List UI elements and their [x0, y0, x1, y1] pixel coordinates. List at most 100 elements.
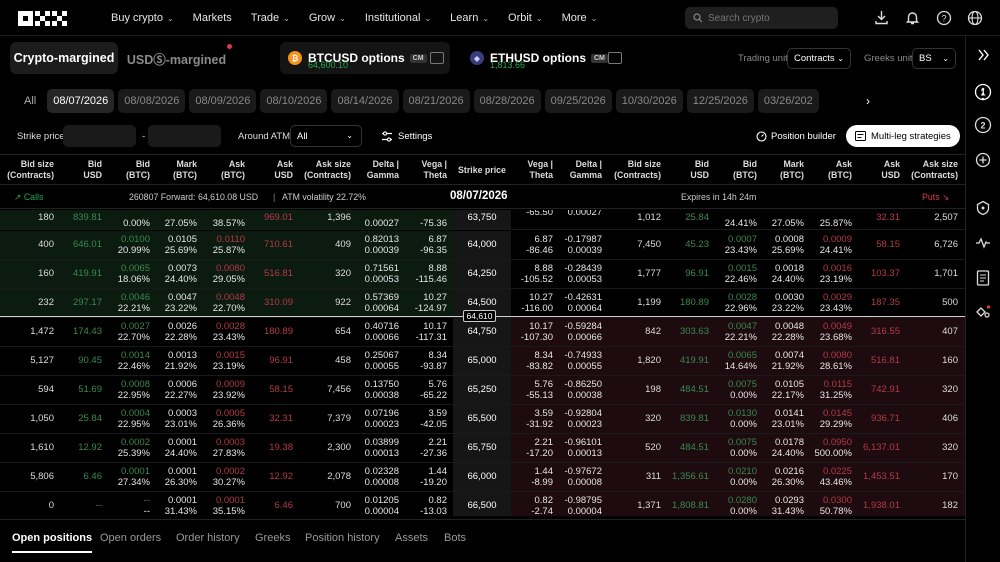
table-cell[interactable]: 0.0300 50.78%	[820, 495, 852, 516]
table-cell[interactable]: 3.59 -31.92	[526, 408, 553, 430]
table-cell[interactable]: -0.98795 0.00004	[564, 495, 602, 516]
table-cell[interactable]: 180.89	[264, 326, 293, 337]
table-cell[interactable]: 2,078	[327, 471, 351, 482]
download-icon[interactable]	[872, 8, 891, 27]
table-cell[interactable]: 0.0006 22.27%	[165, 379, 197, 401]
date-tab[interactable]: 03/26/202	[757, 89, 819, 113]
table-cell[interactable]: 8.88 -105.52	[521, 263, 553, 285]
table-cell[interactable]: 198	[645, 384, 661, 395]
table-cell[interactable]: -0.97672 0.00008	[564, 466, 602, 488]
table-cell[interactable]: 0.0001 27.34%	[118, 466, 150, 488]
table-cell[interactable]: 6.46	[84, 471, 103, 482]
table-cell[interactable]: 0.0048 22.70%	[213, 292, 245, 314]
table-cell[interactable]: 484.51	[680, 442, 709, 453]
table-cell[interactable]: 1,199	[637, 297, 661, 308]
table-cell[interactable]: 742.91	[871, 384, 900, 395]
table-cell[interactable]: 0.0048 22.28%	[772, 321, 804, 343]
search-input[interactable]	[708, 12, 828, 24]
table-cell[interactable]: 1,396	[327, 212, 351, 223]
table-cell[interactable]: 0.0028 23.43%	[213, 321, 245, 343]
table-cell[interactable]: --	[96, 500, 102, 511]
table-cell[interactable]: 0.71561 0.00053	[365, 263, 399, 285]
external-link-icon[interactable]	[608, 52, 622, 64]
table-cell[interactable]: 406	[942, 413, 958, 424]
table-row[interactable]: 1,610 12.92 0.0002 25.39% 0.0001 24.40% 0.0003…	[0, 434, 965, 463]
table-cell[interactable]: 0.0950 500.00%	[814, 437, 852, 459]
table-cell[interactable]: 0.0002 30.27%	[213, 466, 245, 488]
table-cell[interactable]: 5.76 -55.13	[526, 379, 553, 401]
table-cell[interactable]: 38.57%	[213, 210, 245, 229]
table-cell[interactable]: 0.0047 22.21%	[725, 321, 757, 343]
table-cell[interactable]: 96.91	[269, 355, 293, 366]
table-cell[interactable]: 0.0073 24.40%	[165, 263, 197, 285]
table-cell[interactable]: 0.0015 23.19%	[213, 350, 245, 372]
table-cell[interactable]: 0.0141 23.01%	[772, 408, 804, 430]
table-cell[interactable]: 25.84	[685, 212, 709, 223]
table-cell[interactable]: 922	[335, 297, 351, 308]
table-cell[interactable]: 0.00027	[568, 210, 602, 229]
table-cell[interactable]: 1,701	[934, 268, 958, 279]
table-cell[interactable]: 27.05%	[772, 210, 804, 229]
table-cell[interactable]: 0.0016 23.19%	[820, 263, 852, 285]
table-cell[interactable]: -0.86250 0.00038	[564, 379, 602, 401]
table-cell[interactable]: 0.0030 23.22%	[772, 292, 804, 314]
table-cell[interactable]: 1,610	[30, 442, 54, 453]
date-tab[interactable]: 08/08/2026	[118, 89, 186, 113]
date-tab[interactable]: 09/25/2026	[544, 89, 612, 113]
strike-max-input[interactable]	[148, 125, 221, 147]
table-cell[interactable]: 160	[942, 355, 958, 366]
table-cell[interactable]: 320	[335, 268, 351, 279]
table-cell[interactable]: 182	[942, 500, 958, 511]
table-cell[interactable]: 0.0005 26.36%	[213, 408, 245, 430]
date-tab[interactable]: 12/25/2026	[686, 89, 754, 113]
table-cell[interactable]: 936.71	[871, 413, 900, 424]
table-cell[interactable]: 310.09	[264, 297, 293, 308]
table-cell[interactable]: 6.87 -96.35	[420, 234, 447, 256]
table-cell[interactable]: 0.0145 29.29%	[820, 408, 852, 430]
table-cell[interactable]: 316.55	[871, 326, 900, 337]
table-cell[interactable]: 45.23	[685, 239, 709, 250]
table-cell[interactable]: 1,453.51	[863, 471, 900, 482]
date-tab[interactable]: 08/28/2026	[473, 89, 541, 113]
table-cell[interactable]: 0.0065 18.06%	[118, 263, 150, 285]
tab-crypto-margined[interactable]: Crypto-margined	[10, 42, 118, 74]
table-cell[interactable]: 7,450	[637, 239, 661, 250]
multi-leg-strategies-button[interactable]: Multi-leg strategies	[846, 125, 960, 147]
table-cell[interactable]: 320	[942, 442, 958, 453]
table-cell[interactable]: 10.27 -124.97	[415, 292, 447, 314]
table-row[interactable]: 5,127 90.45 0.0014 22.46% 0.0013 21.92% 0.0015…	[0, 347, 965, 376]
close-panel-icon[interactable]	[973, 45, 993, 65]
table-cell[interactable]: 839.81	[680, 413, 709, 424]
table-cell[interactable]: 0.0003 23.01%	[165, 408, 197, 430]
table-cell[interactable]: 10.27 -116.00	[521, 292, 553, 314]
table-cell[interactable]: 1,050	[30, 413, 54, 424]
okx-logo[interactable]	[18, 9, 78, 27]
nav-item-orbit[interactable]: Orbit ⌄	[508, 12, 543, 24]
table-cell[interactable]: 1,356.61	[672, 471, 709, 482]
table-cell[interactable]: 0.0074 21.92%	[772, 350, 804, 372]
table-cell[interactable]: 10.17 -117.31	[415, 321, 447, 343]
table-row[interactable]: 0 -- -- -- 0.0001 31.43% 0.0001 35.15% 6.46 700 0.…	[0, 492, 965, 516]
table-cell[interactable]: 1,777	[637, 268, 661, 279]
table-cell[interactable]: 320	[645, 413, 661, 424]
table-cell[interactable]: 32.31	[876, 212, 900, 223]
table-cell[interactable]: 500	[942, 297, 958, 308]
table-cell[interactable]: 0.57369 0.00064	[365, 292, 399, 314]
table-cell[interactable]: 180	[38, 212, 54, 223]
table-cell[interactable]: 58.15	[269, 384, 293, 395]
step-1-icon[interactable]: 1	[972, 81, 994, 103]
table-cell[interactable]: 0.0130 0.00%	[728, 408, 757, 430]
table-cell[interactable]: 1.44 -8.99	[531, 466, 553, 488]
table-cell[interactable]: 19.38	[269, 442, 293, 453]
table-cell[interactable]: 320	[942, 384, 958, 395]
pulse-icon[interactable]	[973, 233, 993, 253]
table-cell[interactable]: 0.0225 43.46%	[820, 466, 852, 488]
table-cell[interactable]: 0.40716 0.00066	[365, 321, 399, 343]
table-cell[interactable]: 0.0105 22.17%	[772, 379, 804, 401]
table-cell[interactable]: 842	[645, 326, 661, 337]
table-cell[interactable]: 2.21 -17.20	[526, 437, 553, 459]
table-cell[interactable]: 0.0110 25.87%	[213, 234, 245, 256]
table-cell[interactable]: -0.42631 0.00064	[564, 292, 602, 314]
table-cell[interactable]: 2,300	[327, 442, 351, 453]
table-cell[interactable]: 0.0027 22.70%	[118, 321, 150, 343]
